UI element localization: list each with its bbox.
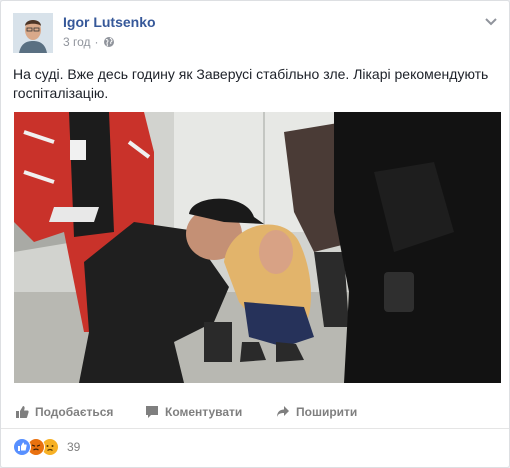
post-photo[interactable]	[14, 112, 501, 383]
photo-scene	[14, 112, 501, 383]
comment-label: Коментувати	[165, 405, 243, 419]
post-card: Igor Lutsenko 3 год · На суді. Вже десь …	[0, 0, 510, 468]
comment-icon	[146, 406, 158, 418]
globe-icon[interactable]	[103, 36, 115, 48]
reaction-count[interactable]: 39	[67, 440, 80, 454]
like-label: Подобається	[35, 405, 114, 419]
post-actions-bar: Подобається Коментувати Поширити	[1, 396, 509, 429]
reactions-summary[interactable]: 39	[13, 438, 80, 456]
thumbs-up-icon	[16, 406, 29, 418]
share-button[interactable]: Поширити	[276, 405, 357, 419]
comment-button[interactable]: Коментувати	[145, 405, 242, 419]
post-time[interactable]: 3 год	[63, 35, 91, 49]
avatar-photo	[13, 13, 53, 53]
post-text: На суді. Вже десь годину як Заверусі ста…	[13, 66, 489, 101]
author-avatar[interactable]	[13, 13, 53, 53]
like-button[interactable]: Подобається	[15, 405, 113, 419]
post-meta: 3 год ·	[63, 35, 115, 49]
share-icon	[277, 406, 289, 417]
chevron-down-icon[interactable]	[483, 13, 499, 29]
share-label: Поширити	[296, 405, 358, 419]
meta-separator: ·	[94, 35, 99, 49]
author-name[interactable]: Igor Lutsenko	[63, 14, 156, 30]
like-reaction-icon	[13, 438, 31, 456]
